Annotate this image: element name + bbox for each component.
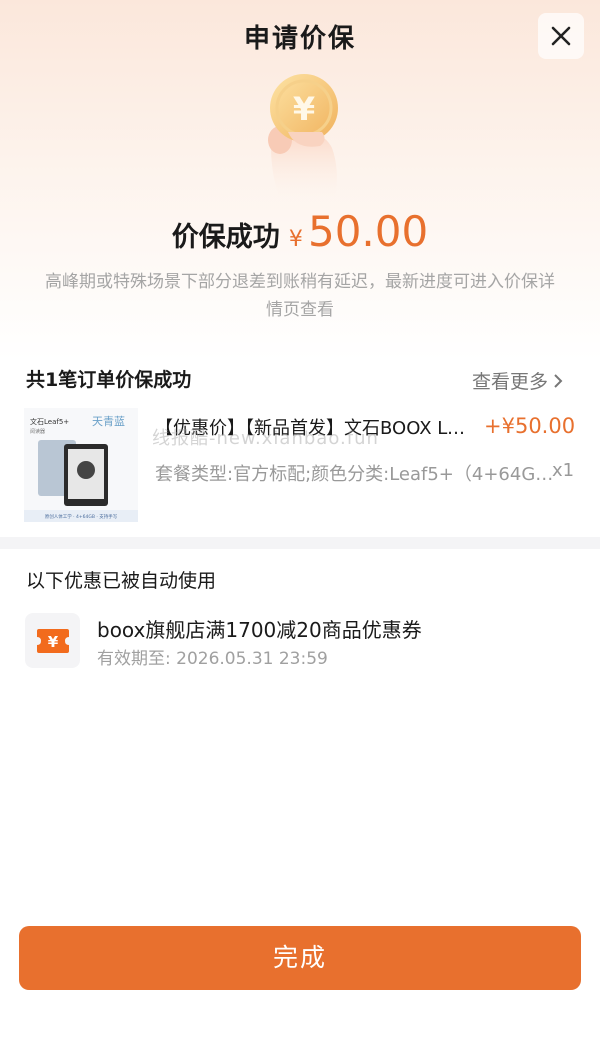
view-more-label: 查看更多 bbox=[472, 371, 549, 393]
thumb-footer: 原创人体工学 · 4+64GB · 支持手写 bbox=[45, 513, 118, 520]
thumb-color-name: 天青蓝 bbox=[92, 415, 125, 428]
close-button[interactable] bbox=[538, 13, 584, 59]
done-button[interactable]: 完成 bbox=[19, 926, 581, 990]
result-currency: ¥ bbox=[288, 227, 303, 252]
coupon-icon-container: ¥ bbox=[25, 613, 80, 668]
product-quantity: x1 bbox=[552, 460, 575, 481]
thumb-sub: 阅读器 bbox=[30, 428, 45, 435]
close-icon bbox=[551, 26, 571, 46]
header: 申请价保 bbox=[0, 0, 600, 72]
section-divider bbox=[0, 537, 600, 549]
result-label: 价保成功 bbox=[171, 222, 280, 253]
product-spec: 套餐类型:官方标配;颜色分类:Leaf5+（4+64GB） bbox=[155, 464, 555, 485]
coin-hand-illustration: ¥ bbox=[250, 70, 360, 200]
chevron-right-icon bbox=[554, 373, 563, 388]
delay-notice: 高峰期或特殊场景下部分退差到账稍有延迟，最新进度可进入价保详情页查看 bbox=[45, 272, 555, 320]
page-title: 申请价保 bbox=[243, 24, 356, 54]
svg-text:¥: ¥ bbox=[47, 633, 58, 651]
watermark: 线报酷-new.xianbao.fun bbox=[152, 428, 379, 449]
result-amount: 50.00 bbox=[307, 207, 429, 256]
coupon-name: boox旗舰店满1700减20商品优惠券 bbox=[97, 618, 422, 642]
svg-text:¥: ¥ bbox=[293, 90, 315, 128]
view-more-link[interactable]: 查看更多 bbox=[472, 367, 564, 394]
product-thumbnail[interactable]: 文石Leaf5+ 阅读器 天青蓝 原创人体工学 · 4+64GB · 支持手写 bbox=[24, 408, 138, 522]
coupons-section-title: 以下优惠已被自动使用 bbox=[26, 570, 217, 592]
yen-coupon-icon: ¥ bbox=[36, 628, 69, 653]
coupon-expiry: 有效期至: 2026.05.31 23:59 bbox=[97, 649, 328, 669]
product-refund-price: +¥50.00 bbox=[484, 414, 576, 438]
orders-section-title: 共1笔订单价保成功 bbox=[26, 369, 192, 391]
thumb-brand: 文石Leaf5+ bbox=[30, 417, 69, 426]
price-protection-result: 价保成功 ¥ 50.00 bbox=[0, 207, 600, 256]
